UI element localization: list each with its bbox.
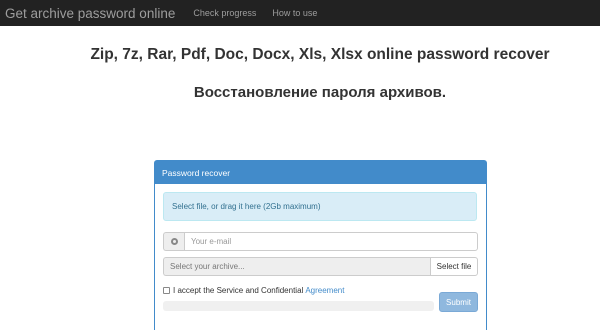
agreement-row: I accept the Service and Confidential Ag… <box>163 285 344 295</box>
agreement-text: I accept the Service and Confidential <box>173 285 304 295</box>
panel-title: Password recover <box>155 161 486 184</box>
submit-button[interactable]: Submit <box>439 292 478 312</box>
password-recover-panel: Password recover Select file, or drag it… <box>154 160 487 330</box>
email-field[interactable] <box>184 232 478 251</box>
page-subtitle: Восстановление пароля архивов. <box>193 84 447 101</box>
top-navbar: Get archive password online Check progre… <box>0 0 600 26</box>
brand-link[interactable]: Get archive password online <box>0 6 183 21</box>
archive-file-field[interactable] <box>163 257 430 276</box>
at-icon <box>170 238 178 245</box>
agreement-link[interactable]: Agreement <box>305 286 344 295</box>
file-input-group: Select file <box>163 257 478 276</box>
email-input-group <box>163 232 478 251</box>
file-dropzone[interactable]: Select file, or drag it here (2Gb maximu… <box>163 192 477 221</box>
page-title: Zip, 7z, Rar, Pdf, Doc, Docx, Xls, Xlsx … <box>90 46 550 63</box>
select-file-button[interactable]: Select file <box>430 257 478 276</box>
upload-progress-bar <box>163 301 434 311</box>
nav-check-progress[interactable]: Check progress <box>185 8 264 18</box>
nav-how-to-use[interactable]: How to use <box>264 8 325 18</box>
agreement-checkbox[interactable] <box>163 286 170 294</box>
email-addon <box>163 232 184 251</box>
